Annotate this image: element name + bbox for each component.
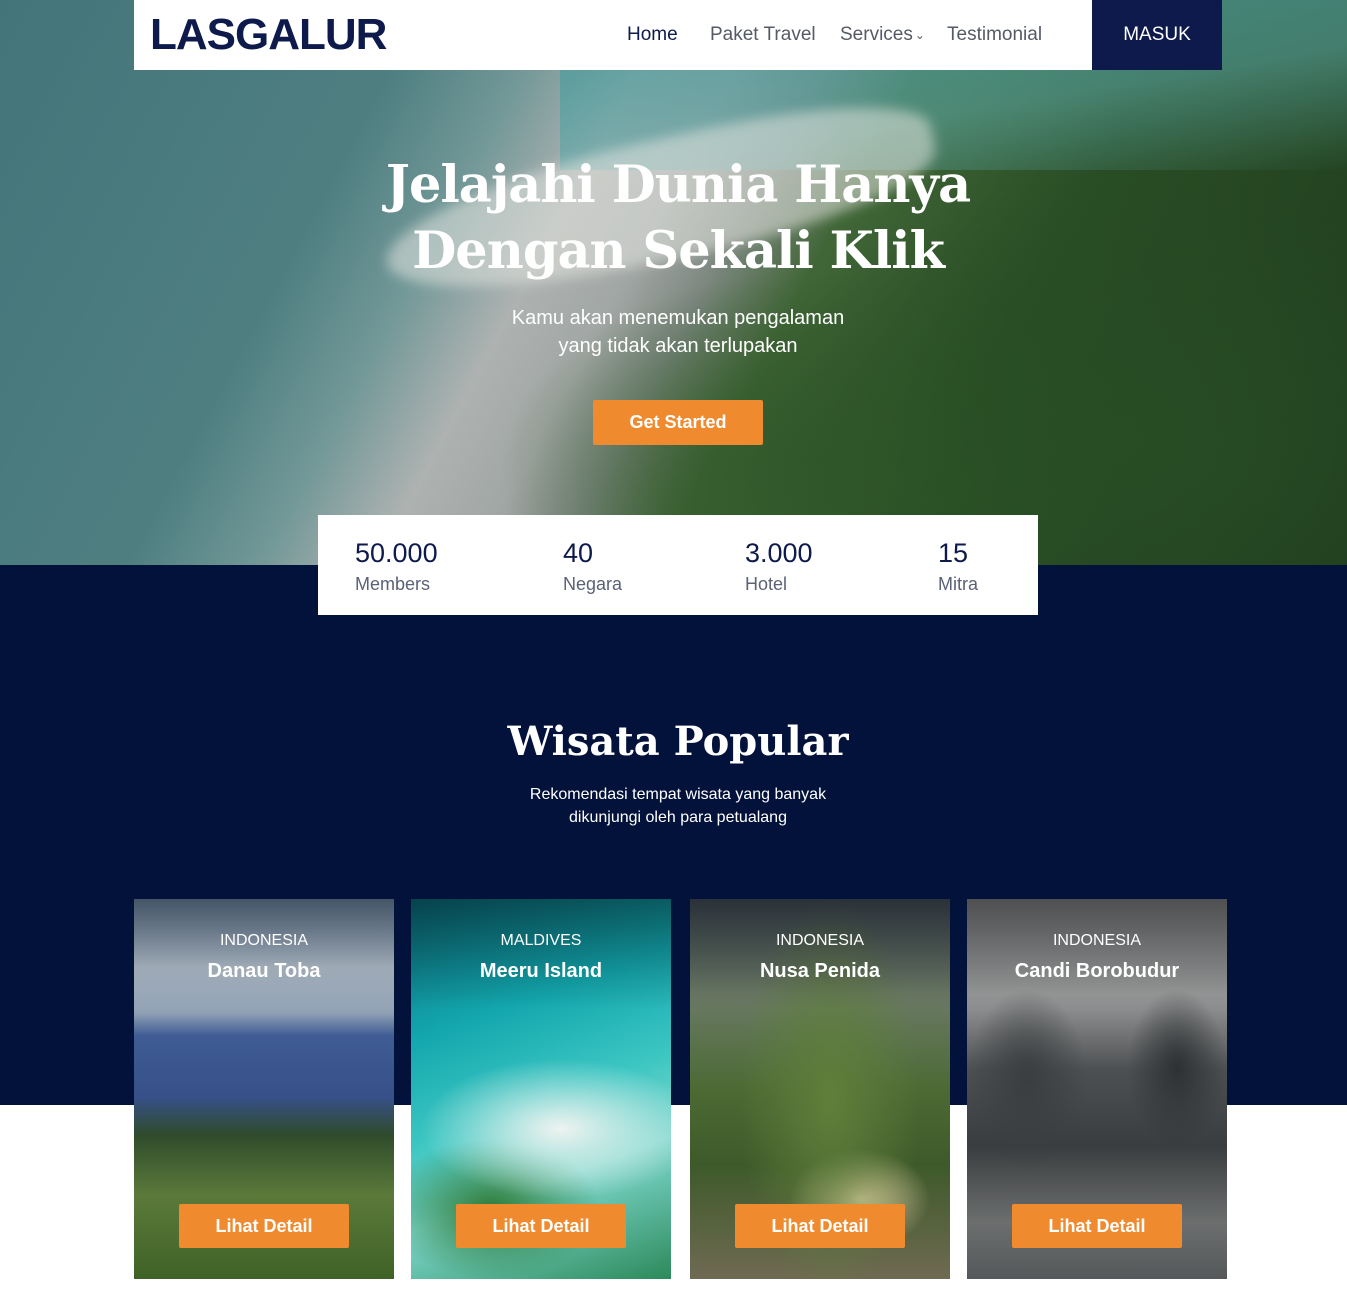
navbar: LASGALUR Home Paket Travel Services ⌄ Tes… [134,0,1092,70]
lihat-detail-button[interactable]: Lihat Detail [1012,1204,1182,1248]
stat-negara: 40 Negara [563,535,622,597]
hero-subtitle: Kamu akan menemukan pengalaman yang tida… [478,304,878,360]
section-title: Wisata Popular [507,718,849,765]
card-country: MALDIVES [500,932,582,949]
hero-subtitle-line1: Kamu akan menemukan pengalaman [511,307,845,329]
lihat-detail-button[interactable]: Lihat Detail [735,1204,905,1248]
stat-mitra: 15 Mitra [938,535,978,597]
stat-label: Negara [563,574,623,594]
hero-subtitle-line2: yang tidak akan terlupakan [558,335,798,357]
destination-card-candi-borobudur[interactable]: INDONESIA Candi Borobudur Lihat Detail [967,899,1227,1279]
nav-item-paket-travel[interactable]: Paket Travel [710,23,816,47]
destination-card-meeru-island[interactable]: MALDIVES Meeru Island Lihat Detail [411,899,671,1279]
hero-title-line1: Jelajahi Dunia Hanya [385,155,971,215]
stat-label: Hotel [745,574,788,594]
hero-title: Jelajahi Dunia Hanya Dengan Sekali Klik [360,152,996,284]
stat-label: Members [355,574,431,594]
card-country: INDONESIA [775,932,864,949]
stat-number: 15 [938,538,969,568]
lihat-detail-button[interactable]: Lihat Detail [179,1204,349,1248]
destination-card-nusa-penida[interactable]: INDONESIA Nusa Penida Lihat Detail [690,899,950,1279]
chevron-down-icon: ⌄ [914,28,925,42]
card-name: Candi Borobudur [1014,960,1180,982]
nav-item-testimonial[interactable]: Testimonial [947,23,1042,47]
nav-item-home[interactable]: Home [627,23,678,47]
stat-number: 50.000 [355,538,438,568]
get-started-button[interactable]: Get Started [593,400,763,445]
hero-section: Jelajahi Dunia Hanya Dengan Sekali Klik … [0,0,1347,565]
section-subtitle-line2: dikunjungi oleh para petualang [569,809,787,826]
nav-item-services[interactable]: Services ⌄ [840,23,925,47]
card-country: INDONESIA [1052,932,1141,949]
stat-label: Mitra [938,574,978,594]
section-subtitle: Rekomendasi tempat wisata yang banyak di… [478,783,878,829]
stat-members: 50.000 Members [355,535,438,597]
lihat-detail-button[interactable]: Lihat Detail [456,1204,626,1248]
card-name: Meeru Island [479,960,603,982]
login-button[interactable]: MASUK [1092,0,1222,70]
logo[interactable]: LASGALUR [150,8,387,62]
stat-number: 40 [563,538,594,568]
hero-title-line2: Dengan Sekali Klik [412,221,945,281]
stat-hotel: 3.000 Hotel [745,535,813,597]
card-name: Nusa Penida [759,960,881,982]
stats-bar: 50.000 Members 40 Negara 3.000 Hotel 15 … [318,515,1038,615]
section-subtitle-line1: Rekomendasi tempat wisata yang banyak [529,786,827,803]
card-country: INDONESIA [219,932,308,949]
card-name: Danau Toba [207,960,321,982]
nav-item-services-label: Services [840,24,913,45]
stat-number: 3.000 [745,538,813,568]
destination-card-danau-toba[interactable]: INDONESIA Danau Toba Lihat Detail [134,899,394,1279]
